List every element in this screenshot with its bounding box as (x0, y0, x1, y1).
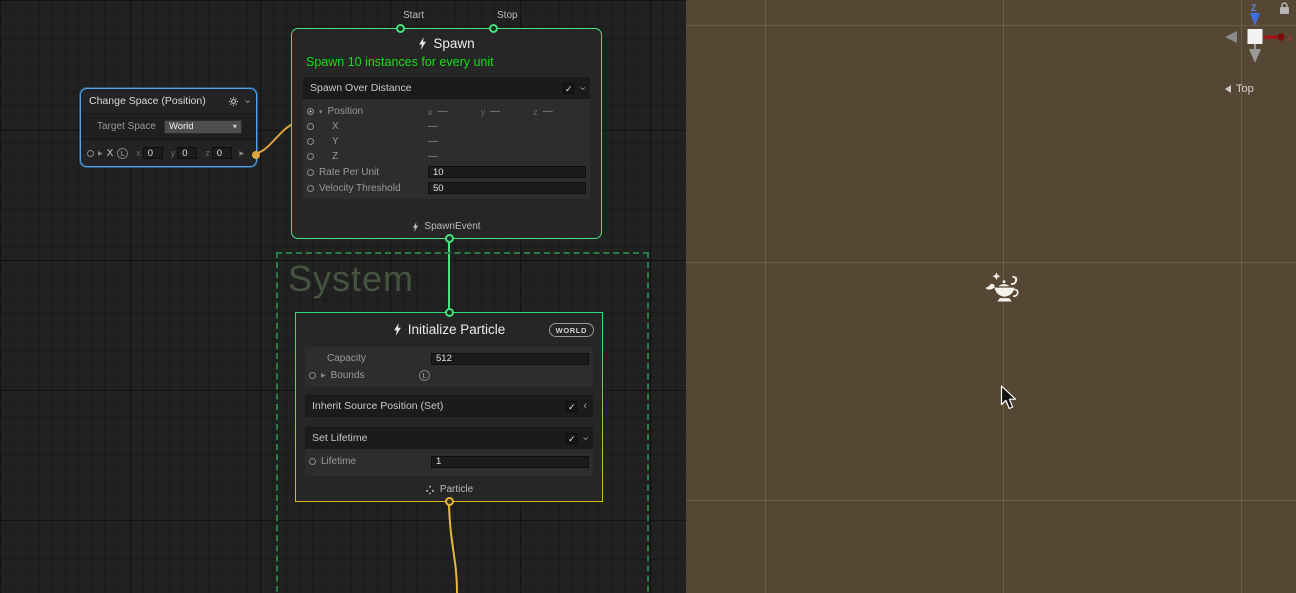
velocity-threshold-field[interactable]: 50 (428, 182, 586, 194)
vfx-lamp-icon[interactable] (984, 270, 1026, 312)
initialize-particle-node[interactable]: Initialize Particle WORLD Capacity 512 ▶… (295, 312, 603, 502)
change-space-output-port[interactable] (252, 151, 260, 159)
grid-line (686, 25, 1296, 26)
chevron-left-icon (1225, 85, 1231, 93)
x-component-field[interactable]: 0 (143, 147, 163, 159)
lifetime-field[interactable]: 1 (431, 456, 589, 468)
z-value: — (428, 151, 438, 162)
inherit-source-position-block[interactable]: Inherit Source Position (Set) ✓ ‹ (305, 395, 593, 417)
local-space-icon[interactable]: L (419, 370, 430, 381)
x-value: — (428, 121, 438, 132)
lock-icon[interactable] (1280, 3, 1289, 14)
rate-per-unit-field[interactable]: 10 (428, 166, 586, 178)
chevron-down-icon[interactable]: › (580, 436, 591, 440)
capacity-row: Capacity 512 (305, 350, 593, 367)
view-orientation-label[interactable]: Top (1225, 83, 1254, 95)
bounds-port[interactable] (309, 372, 316, 379)
lightning-icon (412, 222, 419, 232)
local-space-icon[interactable]: L (117, 148, 128, 159)
block-enabled-checkbox[interactable]: ✓ (563, 83, 574, 94)
particle-output-port[interactable] (445, 497, 454, 506)
gizmo-center-cube[interactable] (1248, 29, 1263, 44)
change-space-header[interactable]: Change Space (Position) › (81, 89, 256, 114)
grid-line (686, 500, 1296, 501)
world-space-badge[interactable]: WORLD (549, 323, 594, 337)
y-component-field[interactable]: 0 (177, 147, 197, 159)
z-row: Z — (303, 149, 590, 164)
spawn-over-distance-block: Spawn Over Distance ✓ › ▾ Position x— y—… (303, 77, 590, 199)
z-component-field[interactable]: 0 (212, 147, 232, 159)
chevron-left-icon[interactable]: ‹ (583, 401, 587, 412)
particle-footer: Particle (296, 484, 602, 495)
y-row: Y — (303, 134, 590, 149)
position-y-value: — (490, 106, 500, 117)
target-space-row: Target Space World ▾ (81, 114, 256, 140)
block-title: Spawn Over Distance (310, 82, 557, 94)
system-group-label: System (288, 258, 647, 300)
spawn-start-port[interactable] (396, 24, 405, 33)
left-axis-cone[interactable] (1225, 31, 1237, 43)
z-axis-cone[interactable] (1250, 13, 1260, 26)
velocity-threshold-port[interactable] (307, 185, 314, 192)
lifetime-port[interactable] (309, 458, 316, 465)
position-x-value: — (438, 106, 448, 117)
spawnevent-output-port[interactable] (445, 234, 454, 243)
chevron-down-icon[interactable]: › (577, 86, 588, 90)
block-enabled-checkbox[interactable]: ✓ (566, 433, 577, 444)
expander-icon: ▶ (239, 150, 244, 157)
z-port[interactable] (307, 153, 314, 160)
spawnevent-footer: SpawnEvent (292, 221, 601, 232)
change-space-node[interactable]: Change Space (Position) › Target Space W… (80, 88, 257, 167)
position-port[interactable] (307, 108, 314, 115)
lifetime-row: Lifetime 1 (305, 453, 593, 470)
y-port[interactable] (307, 138, 314, 145)
particle-icon (425, 485, 435, 495)
spawn-node-subtitle: Spawn 10 instances for every unit (306, 55, 601, 69)
position-row: ▾ Position x— y— z— (303, 104, 590, 119)
expander-icon[interactable]: ▶ (321, 372, 326, 379)
graph-canvas[interactable]: System Start Stop Spawn Spawn 10 instanc… (0, 0, 686, 593)
grid-line (686, 262, 1296, 263)
x-row: X — (303, 119, 590, 134)
start-port-label: Start (403, 10, 424, 21)
x-axis-bar[interactable] (1264, 36, 1277, 40)
gizmo-x-label: x (1288, 33, 1293, 43)
lightning-icon (393, 323, 402, 336)
block-enabled-checkbox[interactable]: ✓ (566, 401, 577, 412)
scene-view[interactable]: Z x Top (686, 0, 1296, 593)
grid-line (765, 0, 766, 593)
chevron-down-icon[interactable]: › (242, 99, 253, 103)
capacity-field[interactable]: 512 (431, 353, 589, 365)
x-input-row: ▶ X L x0 y0 z0 ▶ (81, 140, 256, 166)
spawn-stop-port[interactable] (489, 24, 498, 33)
target-space-dropdown[interactable]: World ▾ (164, 120, 242, 134)
foldout-icon[interactable]: ▾ (319, 108, 323, 116)
gear-icon[interactable] (228, 96, 239, 107)
spawn-node-title: Spawn (292, 36, 601, 51)
expander-icon[interactable]: ▶ (98, 150, 103, 157)
x-port[interactable] (307, 123, 314, 130)
change-space-title: Change Space (Position) (89, 95, 222, 107)
set-lifetime-block[interactable]: Set Lifetime ✓ › (305, 427, 593, 449)
position-z-value: — (543, 106, 553, 117)
velocity-threshold-row: Velocity Threshold 50 (303, 180, 590, 196)
x-axis-dot[interactable] (1277, 33, 1285, 41)
dropdown-arrow-icon: ▾ (233, 122, 237, 131)
x-input-port[interactable] (87, 150, 94, 157)
rate-per-unit-port[interactable] (307, 169, 314, 176)
rate-per-unit-row: Rate Per Unit 10 (303, 164, 590, 180)
gizmo-z-label: Z (1251, 3, 1257, 13)
mouse-cursor (1000, 385, 1018, 411)
initialize-input-port[interactable] (445, 308, 454, 317)
spawn-over-distance-header[interactable]: Spawn Over Distance ✓ › (303, 77, 590, 99)
vfx-graph-window: System Start Stop Spawn Spawn 10 instanc… (0, 0, 1296, 593)
stop-port-label: Stop (497, 10, 518, 21)
spawn-node[interactable]: Spawn Spawn 10 instances for every unit … (291, 28, 602, 239)
bounds-row: ▶ Bounds L (305, 367, 593, 384)
y-value: — (428, 136, 438, 147)
lightning-icon (418, 37, 427, 50)
down-axis-cone[interactable] (1249, 49, 1261, 63)
